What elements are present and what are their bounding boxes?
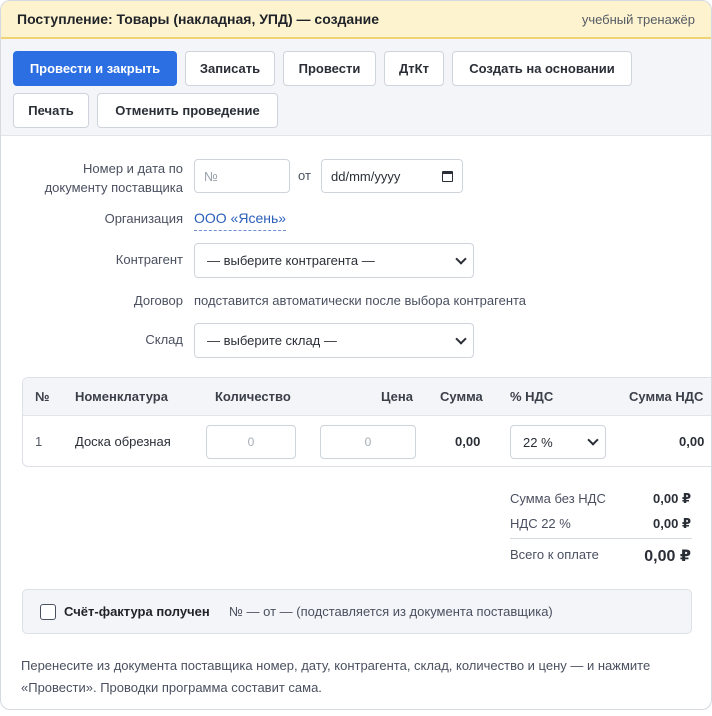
counterparty-label: Контрагент [115,252,183,267]
vat-total-label: НДС 22 % [510,516,571,531]
title-bar: Поступление: Товары (накладная, УПД) — с… [1,1,711,39]
total-without-vat-value: 0,00 ₽ [653,491,691,506]
totals-divider [510,538,692,539]
date-placeholder: dd/mm/yyyy [331,168,401,184]
counterparty-value: — выберите контрагента — [207,253,375,268]
org-label: Организация [104,211,183,226]
chevron-down-icon [455,252,467,265]
document-window: Поступление: Товары (накладная, УПД) — с… [0,0,712,710]
post-and-close-button[interactable]: Провести и закрыть [13,51,177,86]
number-placeholder: № [204,168,218,184]
window-subtitle: учебный тренажёр [581,11,695,27]
warehouse-label: Склад [145,332,183,347]
table-header: № Номенклатура Количество Цена Сумма % Н… [23,378,711,416]
organization-link[interactable]: ООО «Ясень» [194,210,287,231]
invoice-received-checkbox[interactable] [40,604,56,620]
contract-value: подставится автоматически после выбора к… [194,293,527,308]
supplier-doc-number-input[interactable]: № [194,159,290,193]
price-value: 0 [364,435,372,449]
goods-table: № Номенклатура Количество Цена Сумма % Н… [22,377,711,467]
grand-total-value: 0,00 ₽ [644,548,691,565]
window-title: Поступление: Товары (накладная, УПД) — с… [17,11,380,27]
warehouse-select[interactable]: — выберите склад — [194,323,474,358]
chevron-down-icon [455,332,467,345]
counterparty-select[interactable]: — выберите контрагента — [194,243,474,278]
row-num: 1 [35,434,43,449]
unpost-button[interactable]: Отменить проведение [97,93,278,128]
col-sum: Сумма [440,389,483,404]
instruction-hint: Перенесите из документа поставщика номер… [21,658,651,695]
col-item: Номенклатура [75,389,168,404]
col-vat-rate: % НДС [510,389,554,404]
row-vat-sum: 0,00 [679,434,705,449]
qty-value: 0 [247,435,255,449]
col-qty: Количество [215,389,291,404]
contract-label: Договор [133,293,183,308]
post-button[interactable]: Провести [283,51,376,86]
supplier-doc-date-input[interactable]: dd/mm/yyyy [321,159,463,193]
invoice-info: № — от — (подставляется из документа пос… [229,604,553,619]
col-num: № [35,389,50,404]
from-label: от [298,168,311,183]
invoice-received-label[interactable]: Счёт-фактура получен [64,604,210,619]
grand-total-label: Всего к оплате [510,547,599,562]
col-vat-sum: Сумма НДС [629,389,704,404]
total-without-vat-label: Сумма без НДС [510,491,606,506]
create-based-on-button[interactable]: Создать на основании [452,51,632,86]
row-sum: 0,00 [455,434,481,449]
dtkt-button[interactable]: ДтКт [384,51,444,86]
invoice-section: Счёт-фактура получен № — от — (подставля… [22,589,692,634]
warehouse-value: — выберите склад — [207,333,337,348]
calendar-icon[interactable] [442,170,453,182]
toolbar: Провести и закрыть Записать Провести ДтК… [1,39,711,136]
number-date-label: Номер и дата по документу поставщика [44,161,183,195]
price-input[interactable]: 0 [320,425,416,459]
vat-rate-value: 22 % [523,434,553,450]
vat-total-value: 0,00 ₽ [653,516,691,531]
save-button[interactable]: Записать [185,51,275,86]
print-button[interactable]: Печать [13,93,89,128]
row-item: Доска обрезная [75,434,171,449]
vat-rate-select[interactable]: 22 % [510,425,606,459]
qty-input[interactable]: 0 [206,425,296,459]
col-price: Цена [381,389,413,404]
chevron-down-icon [587,434,599,446]
